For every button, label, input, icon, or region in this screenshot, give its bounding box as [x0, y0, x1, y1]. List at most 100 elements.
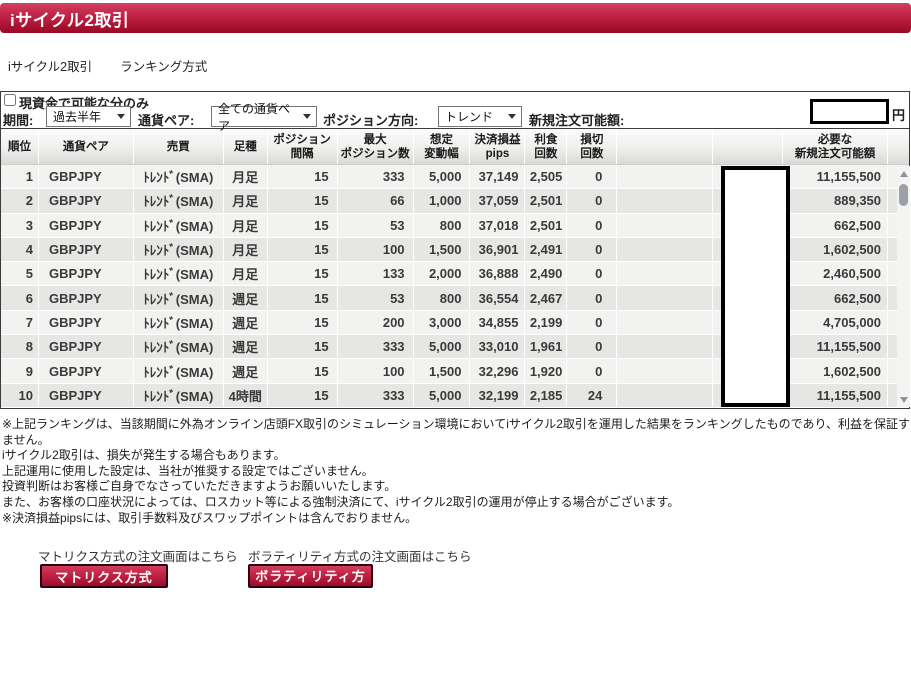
cell-timeframe: 4時間 [224, 384, 268, 407]
tab-icycle2[interactable]: iサイクル2取引 [8, 56, 92, 75]
pair-select[interactable]: 全ての通貨ペア [211, 106, 317, 127]
cell-required-amount: 11,155,500 [783, 384, 888, 407]
column-header-blank-2 [713, 129, 783, 164]
column-header-filler [888, 129, 909, 164]
cell-take-profit-count: 1,920 [525, 359, 567, 382]
cell-stop-loss-count: 0 [567, 189, 617, 212]
pair-label: 通貨ペア: [138, 110, 194, 129]
scroll-up-button[interactable] [897, 167, 910, 180]
cell-pair: GBPJPY [39, 262, 134, 285]
column-header-rank: 順位 [1, 129, 39, 164]
cell-rank: 7 [1, 311, 39, 334]
cell-required-amount: 11,155,500 [783, 165, 888, 188]
cell-position-interval: 15 [268, 286, 338, 309]
cell-max-positions: 200 [338, 311, 414, 334]
column-header-stop-loss-count: 損切回数 [567, 129, 617, 164]
column-header-timeframe: 足種 [224, 129, 268, 164]
cell-strategy: ﾄﾚﾝﾄﾞ(SMA) [134, 359, 224, 382]
cell-pair: GBPJPY [39, 165, 134, 188]
cell-position-interval: 15 [268, 384, 338, 407]
tab-ranking[interactable]: ランキング方式 [120, 56, 207, 75]
app-title-bar: iサイクル2取引 [0, 3, 911, 33]
cash-only-checkbox[interactable] [4, 94, 16, 106]
cell-expected-range: 5,000 [414, 384, 471, 407]
cell-expected-range: 1,500 [414, 238, 471, 261]
chevron-down-icon [117, 114, 125, 119]
column-header-expected-range: 想定変動幅 [414, 129, 471, 164]
cell-take-profit-count: 1,961 [525, 335, 567, 358]
cell-position-interval: 15 [268, 214, 338, 237]
cell-position-interval: 15 [268, 189, 338, 212]
amount-unit: 円 [892, 105, 905, 124]
cell-timeframe: 週足 [224, 311, 268, 334]
disclaimer-line: iサイクル2取引は、損失が発生する場合もあります。 [2, 448, 911, 464]
cell-blank-1 [617, 359, 713, 382]
cell-take-profit-count: 2,467 [525, 286, 567, 309]
cell-max-positions: 333 [338, 384, 414, 407]
app-window: iサイクル2取引 iサイクル2取引 ランキング方式 現資金で可能な分のみ 期間:… [0, 0, 911, 680]
cell-max-positions: 100 [338, 238, 414, 261]
scroll-down-button[interactable] [897, 393, 910, 406]
scrollbar-thumb[interactable] [899, 184, 908, 206]
volatility-order-link-label: ボラティリティ方式の注文画面はこちら [248, 546, 472, 565]
cell-stop-loss-count: 0 [567, 165, 617, 188]
table-scrollbar[interactable] [897, 166, 910, 407]
cell-timeframe: 月足 [224, 189, 268, 212]
cell-max-positions: 66 [338, 189, 414, 212]
column-header-required-amount: 必要な新規注文可能額 [783, 129, 888, 164]
cell-required-amount: 662,500 [783, 214, 888, 237]
cell-pair: GBPJPY [39, 311, 134, 334]
cell-blank-1 [617, 286, 713, 309]
direction-select[interactable]: トレンド [438, 106, 522, 127]
cell-rank: 4 [1, 238, 39, 261]
cell-expected-range: 5,000 [414, 165, 471, 188]
cell-required-amount: 2,460,500 [783, 262, 888, 285]
cell-stop-loss-count: 0 [567, 262, 617, 285]
cell-position-interval: 15 [268, 238, 338, 261]
cell-timeframe: 週足 [224, 359, 268, 382]
redacted-amount-box [810, 99, 889, 124]
cell-blank-1 [617, 165, 713, 188]
disclaimer-line: ません。 [2, 433, 911, 449]
cell-take-profit-count: 2,501 [525, 214, 567, 237]
period-label: 期間: [3, 110, 33, 129]
cell-pnl-pips: 36,554 [470, 286, 525, 309]
volatility-order-button[interactable]: ボラティリティ方式 [248, 564, 373, 588]
cell-take-profit-count: 2,490 [525, 262, 567, 285]
cell-position-interval: 15 [268, 335, 338, 358]
cell-required-amount: 662,500 [783, 286, 888, 309]
direction-label: ポジション方向: [323, 110, 418, 129]
column-header-pnl-pips: 決済損益pips [470, 129, 525, 164]
cell-pnl-pips: 37,059 [470, 189, 525, 212]
cell-position-interval: 15 [268, 165, 338, 188]
cell-blank-1 [617, 214, 713, 237]
cell-rank: 8 [1, 335, 39, 358]
cell-timeframe: 月足 [224, 165, 268, 188]
cell-expected-range: 800 [414, 286, 471, 309]
cell-expected-range: 2,000 [414, 262, 471, 285]
column-header-position-interval: ポジション間隔 [268, 129, 338, 164]
cell-pnl-pips: 36,901 [470, 238, 525, 261]
period-select[interactable]: 過去半年 [46, 106, 131, 127]
redacted-column-box [721, 166, 790, 407]
disclaimer-line: ※上記ランキングは、当該期間に外為オンライン店頭FX取引のシミュレーション環境に… [2, 417, 911, 433]
matrix-order-button[interactable]: マトリクス方式 [40, 564, 168, 588]
cell-rank: 5 [1, 262, 39, 285]
cell-pair: GBPJPY [39, 384, 134, 407]
chevron-down-icon [508, 114, 516, 119]
cell-blank-1 [617, 189, 713, 212]
cell-pair: GBPJPY [39, 359, 134, 382]
cell-rank: 2 [1, 189, 39, 212]
cell-pnl-pips: 37,149 [470, 165, 525, 188]
cell-pair: GBPJPY [39, 214, 134, 237]
cell-stop-loss-count: 0 [567, 359, 617, 382]
cell-strategy: ﾄﾚﾝﾄﾞ(SMA) [134, 286, 224, 309]
arrow-up-icon [900, 171, 908, 177]
cell-strategy: ﾄﾚﾝﾄﾞ(SMA) [134, 165, 224, 188]
column-header-pair: 通貨ペア [39, 129, 134, 164]
amount-label: 新規注文可能額: [529, 110, 624, 129]
disclaimer-line: 投資判断はお客様ご自身でなさっていただきますようお願いいたします。 [2, 479, 911, 495]
cell-take-profit-count: 2,505 [525, 165, 567, 188]
column-header-max-positions: 最大ポジション数 [338, 129, 414, 164]
cell-strategy: ﾄﾚﾝﾄﾞ(SMA) [134, 238, 224, 261]
